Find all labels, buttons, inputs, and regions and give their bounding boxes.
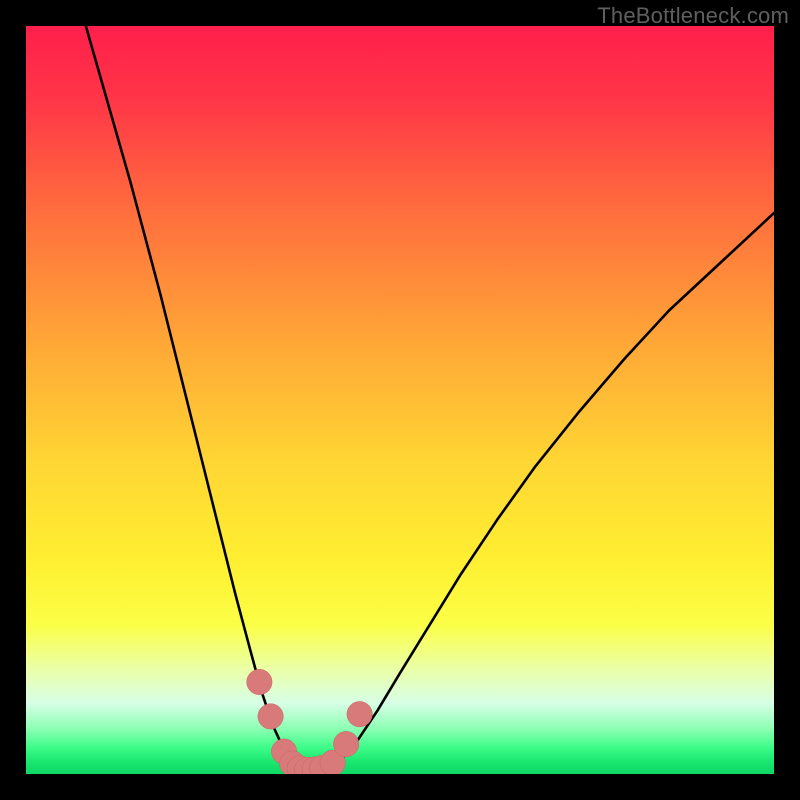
watermark-text: TheBottleneck.com xyxy=(597,3,789,29)
plot-area xyxy=(26,26,774,774)
highlight-marker xyxy=(333,731,358,756)
chart-frame: TheBottleneck.com xyxy=(0,0,800,800)
highlight-marker xyxy=(258,704,283,729)
highlight-marker xyxy=(347,701,372,726)
highlight-marker xyxy=(247,669,272,694)
gradient-background xyxy=(26,26,774,774)
chart-svg xyxy=(26,26,774,774)
